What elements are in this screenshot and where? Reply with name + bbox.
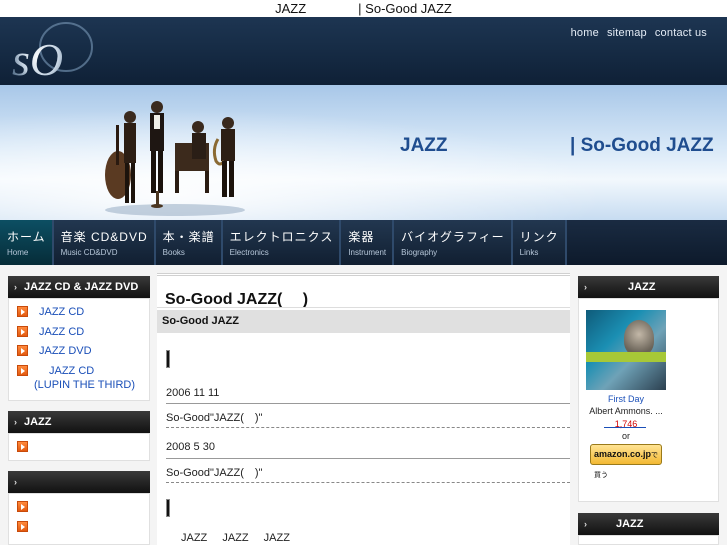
orange-arrow-bullet-icon <box>17 345 28 356</box>
orange-arrow-bullet-icon <box>17 325 28 337</box>
hero-banner: JAZZ | So-Good JAZZ <box>0 85 727 220</box>
album-cover-image[interactable] <box>586 310 666 390</box>
white-arrow-icon: › <box>14 477 17 487</box>
sitemap-link[interactable]: sitemap <box>607 27 647 39</box>
nav-home[interactable]: ホーム Home <box>0 220 54 265</box>
home-link[interactable]: home <box>571 27 599 39</box>
amazon-buy-button[interactable]: amazon.co.jpで買う <box>590 444 662 479</box>
banner-site-name: | So-Good JAZZ <box>570 135 714 156</box>
product-or-text: or <box>621 431 630 441</box>
jazz-cd-dvd-list: JAZZ CD JAZZ CD JAZZ DVD JAZZ CD (LUPIN T… <box>9 299 149 394</box>
white-arrow-icon: › <box>584 519 587 529</box>
left-box2 <box>8 433 150 461</box>
site-header: sO home sitemap contact us <box>0 17 727 85</box>
product-title-link[interactable]: First Day <box>551 394 701 404</box>
svg-text:sO: sO <box>12 34 63 81</box>
orange-arrow-bullet-icon <box>17 501 28 512</box>
section-marker <box>166 499 170 517</box>
contact-us-link[interactable]: contact us <box>655 27 707 39</box>
entry-text[interactable]: So-Good"JAZZ( )" <box>166 409 262 425</box>
right-box2-heading: › JAZZ <box>578 513 719 535</box>
content-subtitle: So-Good JAZZ <box>157 310 570 333</box>
white-arrow-icon: › <box>584 282 587 292</box>
left-box1-heading: › JAZZ CD & JAZZ DVD <box>8 276 150 298</box>
content-title: So-Good JAZZ( ) <box>165 291 309 308</box>
main-nav: ホーム Home 音楽 CD&DVD Music CD&DVD 本・楽譜 Boo… <box>0 220 727 265</box>
section-marker <box>166 350 170 368</box>
banner-jazz-text: JAZZ <box>400 135 448 156</box>
left-box2-heading: › JAZZ <box>8 411 150 433</box>
list-item[interactable] <box>17 440 149 460</box>
product-artist: Albert Ammons. ... <box>589 406 663 416</box>
orange-arrow-bullet-icon <box>17 441 28 452</box>
nav-books[interactable]: 本・楽譜 Books <box>155 220 223 265</box>
white-arrow-icon: › <box>14 282 17 292</box>
orange-arrow-bullet-icon <box>17 520 28 532</box>
white-arrow-icon: › <box>14 417 17 427</box>
orange-arrow-bullet-icon <box>17 364 28 376</box>
left-box1: JAZZ CD JAZZ CD JAZZ DVD JAZZ CD (LUPIN T… <box>8 298 150 401</box>
right-box2 <box>578 535 719 545</box>
site-logo[interactable]: sO <box>8 21 96 81</box>
list-item[interactable]: JAZZ CD <box>17 325 149 345</box>
list-item[interactable]: JAZZ CD (LUPIN THE THIRD) <box>17 364 149 394</box>
page-title: JAZZ | So-Good JAZZ <box>275 1 452 16</box>
header-nav: home sitemap contact us <box>571 27 707 39</box>
nav-music-cd-dvd[interactable]: 音楽 CD&DVD Music CD&DVD <box>53 220 156 265</box>
content-text: JAZZ JAZZ JAZZ <box>181 532 290 544</box>
left-box3-heading: › <box>8 471 150 493</box>
main-content: So-Good JAZZ( ) So-Good JAZZ 2006 11 11 … <box>157 273 570 545</box>
nav-biography[interactable]: バイオグラフィー Biography <box>394 220 513 265</box>
list-item[interactable]: JAZZ DVD <box>17 344 149 364</box>
nav-instrument[interactable]: 楽器 Instrument <box>341 220 395 265</box>
nav-electronics[interactable]: エレクトロニクス Electronics <box>222 220 342 265</box>
nav-links[interactable]: リンク Links <box>512 220 567 265</box>
list-item[interactable] <box>17 500 149 520</box>
list-item[interactable]: JAZZ CD <box>17 305 149 325</box>
entry-date: 2006 11 11 <box>166 387 220 399</box>
right-box1-heading: › JAZZ <box>578 276 719 298</box>
entry-date: 2008 5 30 <box>166 441 215 453</box>
left-box3 <box>8 493 150 545</box>
jazz-band-statues-image <box>105 101 245 216</box>
list-item[interactable] <box>17 520 149 540</box>
entry-text[interactable]: So-Good"JAZZ( )" <box>166 464 262 480</box>
orange-arrow-bullet-icon <box>17 306 28 317</box>
